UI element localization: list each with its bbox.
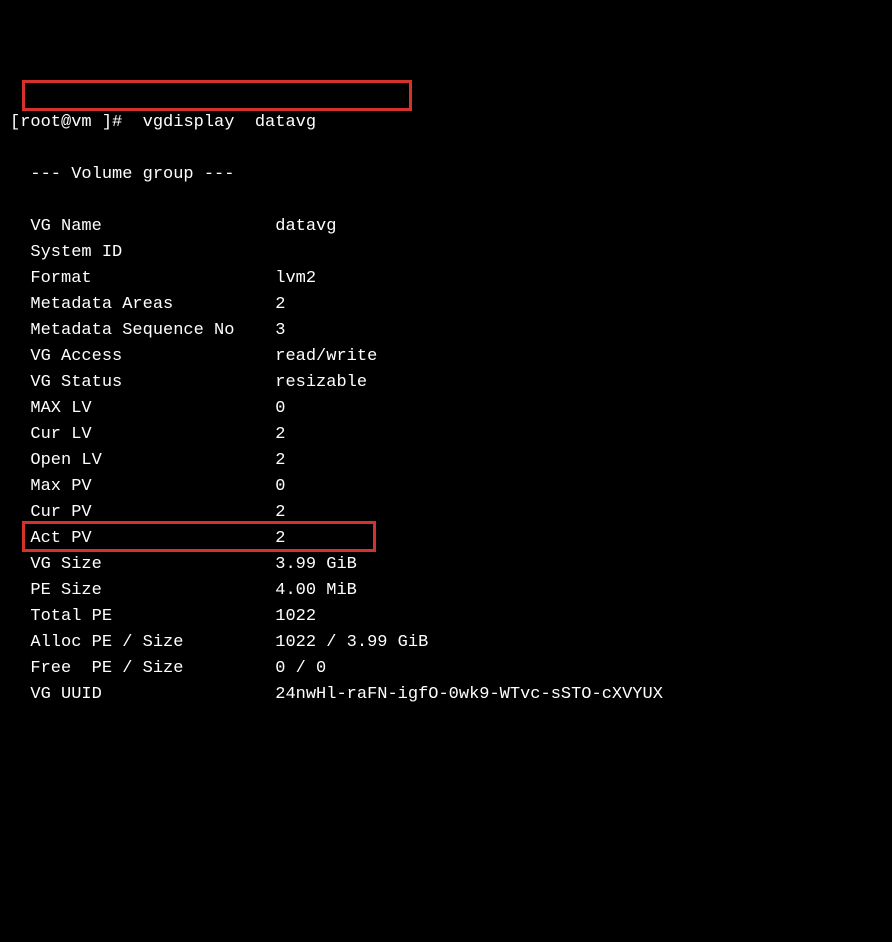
field-label: Max PV — [10, 477, 275, 496]
field-row: System ID — [10, 240, 882, 266]
field-row: VG Size 3.99 GiB — [10, 552, 882, 578]
field-label: VG Access — [10, 347, 275, 366]
field-label: VG Name — [10, 217, 275, 236]
field-label: Free PE / Size — [10, 659, 275, 678]
field-value: 1022 / 3.99 GiB — [275, 633, 428, 652]
field-label: Cur PV — [10, 503, 275, 522]
field-label: PE Size — [10, 581, 275, 600]
field-row: Free PE / Size 0 / 0 — [10, 656, 882, 682]
field-row: Open LV 2 — [10, 448, 882, 474]
shell-prompt-line[interactable]: [root@vm ]# vgdisplay datavg — [10, 110, 882, 136]
command: vgdisplay datavg — [143, 113, 316, 132]
field-label: Alloc PE / Size — [10, 633, 275, 652]
highlight-vg-name — [22, 80, 412, 111]
field-row: Cur PV 2 — [10, 500, 882, 526]
prompt-host: vm — [71, 113, 91, 132]
field-label: Act PV — [10, 529, 275, 548]
field-value: 0 — [275, 477, 285, 496]
field-row: Total PE 1022 — [10, 604, 882, 630]
field-row: MAX LV 0 — [10, 396, 882, 422]
field-row: VG UUID 24nwHl-raFN-igfO-0wk9-WTvc-sSTO-… — [10, 682, 882, 708]
field-row: VG Access read/write — [10, 344, 882, 370]
field-value: 3 — [275, 321, 285, 340]
field-value: datavg — [275, 217, 336, 236]
field-value: resizable — [275, 373, 367, 392]
field-label: Metadata Areas — [10, 295, 275, 314]
field-value: 24nwHl-raFN-igfO-0wk9-WTvc-sSTO-cXVYUX — [275, 685, 663, 704]
field-label: Metadata Sequence No — [10, 321, 275, 340]
field-row: Metadata Sequence No 3 — [10, 318, 882, 344]
field-label: Cur LV — [10, 425, 275, 444]
field-value: 2 — [275, 425, 285, 444]
field-label: VG Status — [10, 373, 275, 392]
field-label: Format — [10, 269, 275, 288]
field-row: Format lvm2 — [10, 266, 882, 292]
field-value: 2 — [275, 529, 285, 548]
field-value: 2 — [275, 451, 285, 470]
field-label: VG UUID — [10, 685, 275, 704]
section-header: --- Volume group --- — [10, 162, 882, 188]
field-row: Metadata Areas 2 — [10, 292, 882, 318]
field-value: lvm2 — [275, 269, 316, 288]
field-row: PE Size 4.00 MiB — [10, 578, 882, 604]
field-value: 0 — [275, 399, 285, 418]
field-value: 3.99 GiB — [275, 555, 357, 574]
field-row: Cur LV 2 — [10, 422, 882, 448]
field-value: 4.00 MiB — [275, 581, 357, 600]
field-label: Total PE — [10, 607, 275, 626]
field-label: Open LV — [10, 451, 275, 470]
field-value: 0 / 0 — [275, 659, 326, 678]
field-row: Max PV 0 — [10, 474, 882, 500]
field-value: 1022 — [275, 607, 316, 626]
field-value: read/write — [275, 347, 377, 366]
vg-fields: VG Name datavg System ID Format lvm2 Met… — [10, 214, 882, 708]
field-row: VG Name datavg — [10, 214, 882, 240]
field-row: Act PV 2 — [10, 526, 882, 552]
field-row: VG Status resizable — [10, 370, 882, 396]
field-label: MAX LV — [10, 399, 275, 418]
field-label: System ID — [10, 243, 275, 262]
prompt-user: root — [20, 113, 61, 132]
field-row: Alloc PE / Size 1022 / 3.99 GiB — [10, 630, 882, 656]
field-value: 2 — [275, 503, 285, 522]
field-label: VG Size — [10, 555, 275, 574]
field-value: 2 — [275, 295, 285, 314]
